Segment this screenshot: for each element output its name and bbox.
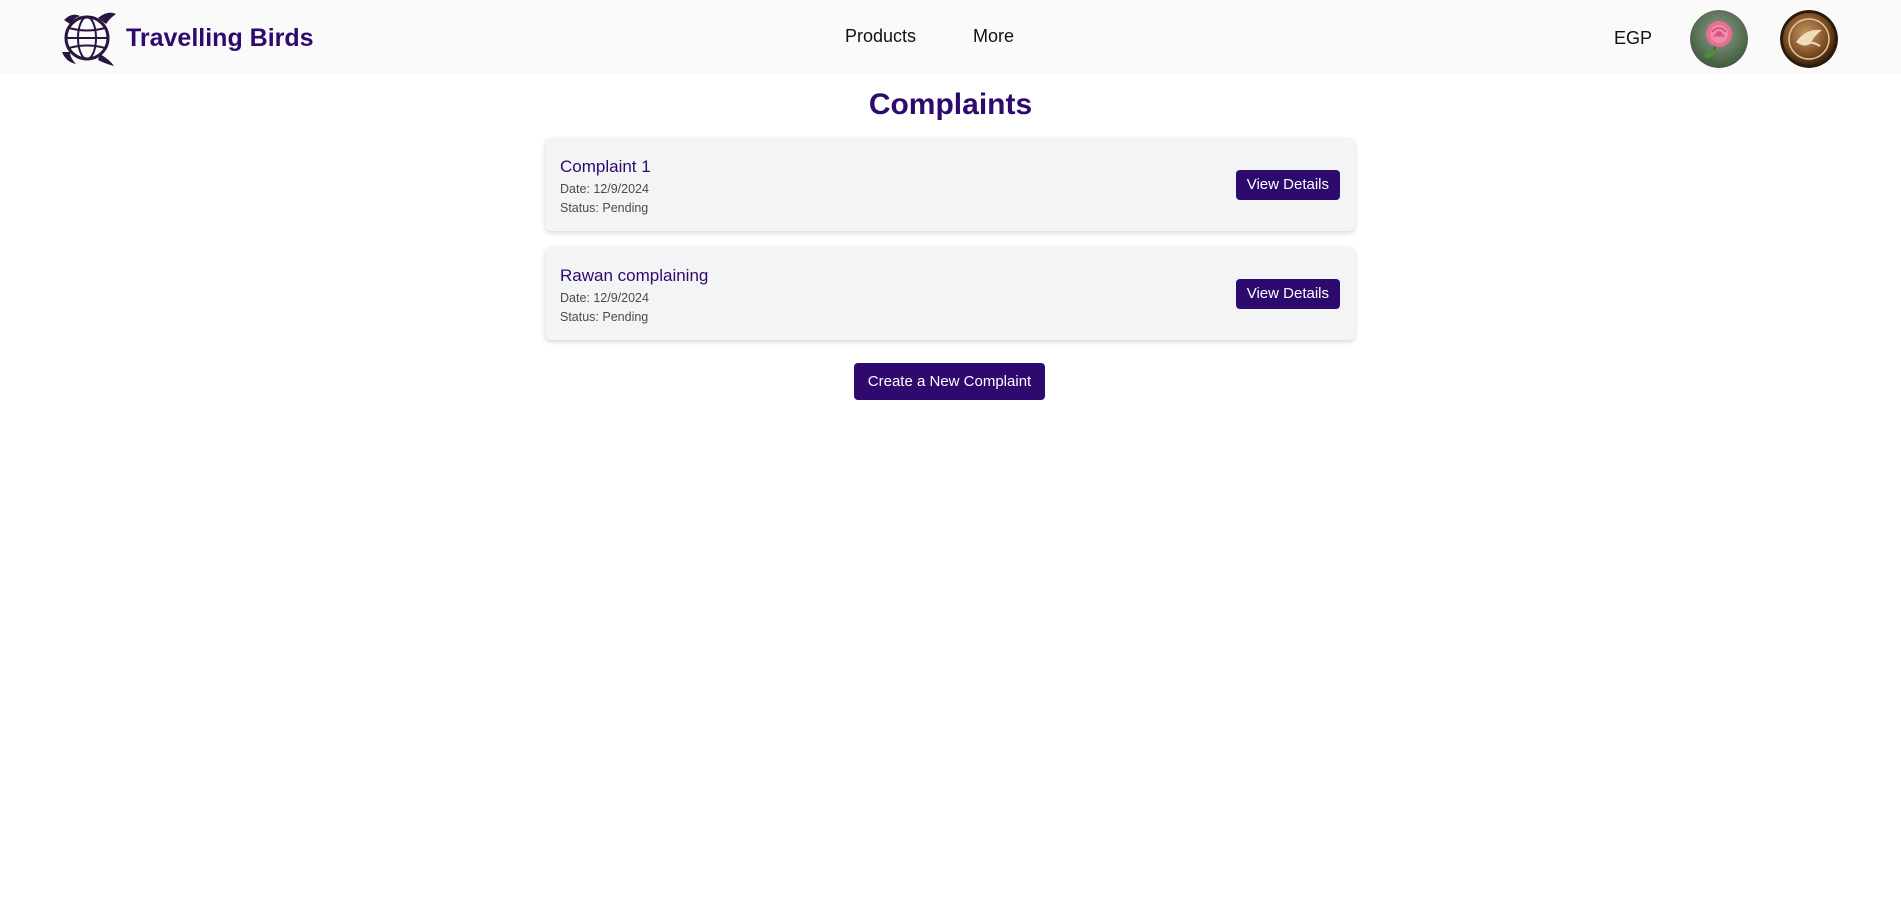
complaint-status: Status: Pending xyxy=(560,201,649,215)
coin-avatar-icon[interactable] xyxy=(1780,10,1838,68)
globe-birds-logo-icon xyxy=(62,12,116,66)
create-complaint-button[interactable]: Create a New Complaint xyxy=(854,363,1045,400)
complaint-date: Date: 12/9/2024 xyxy=(560,291,649,305)
brand-name: Travelling Birds xyxy=(126,23,314,52)
complaint-card: Complaint 1 Date: 12/9/2024 Status: Pend… xyxy=(545,138,1355,231)
view-details-button[interactable]: View Details xyxy=(1235,279,1340,309)
rose-avatar-icon[interactable] xyxy=(1690,10,1748,68)
nav-more-link[interactable]: More xyxy=(973,26,1014,47)
complaint-date: Date: 12/9/2024 xyxy=(560,182,649,196)
page-title: Complaints xyxy=(868,88,1033,121)
view-details-button[interactable]: View Details xyxy=(1235,170,1340,200)
complaint-card: Rawan complaining Date: 12/9/2024 Status… xyxy=(545,247,1355,340)
complaint-title: Rawan complaining xyxy=(560,266,709,285)
top-navbar: Travelling Birds Products More EGP xyxy=(0,0,1901,74)
currency-selector[interactable]: EGP xyxy=(1614,28,1652,49)
brand-home-link[interactable]: Travelling Birds xyxy=(60,8,314,68)
complaint-title: Complaint 1 xyxy=(560,157,651,176)
nav-products-link[interactable]: Products xyxy=(845,26,916,47)
complaints-list: Complaint 1 Date: 12/9/2024 Status: Pend… xyxy=(545,138,1355,356)
complaint-status: Status: Pending xyxy=(560,310,649,324)
